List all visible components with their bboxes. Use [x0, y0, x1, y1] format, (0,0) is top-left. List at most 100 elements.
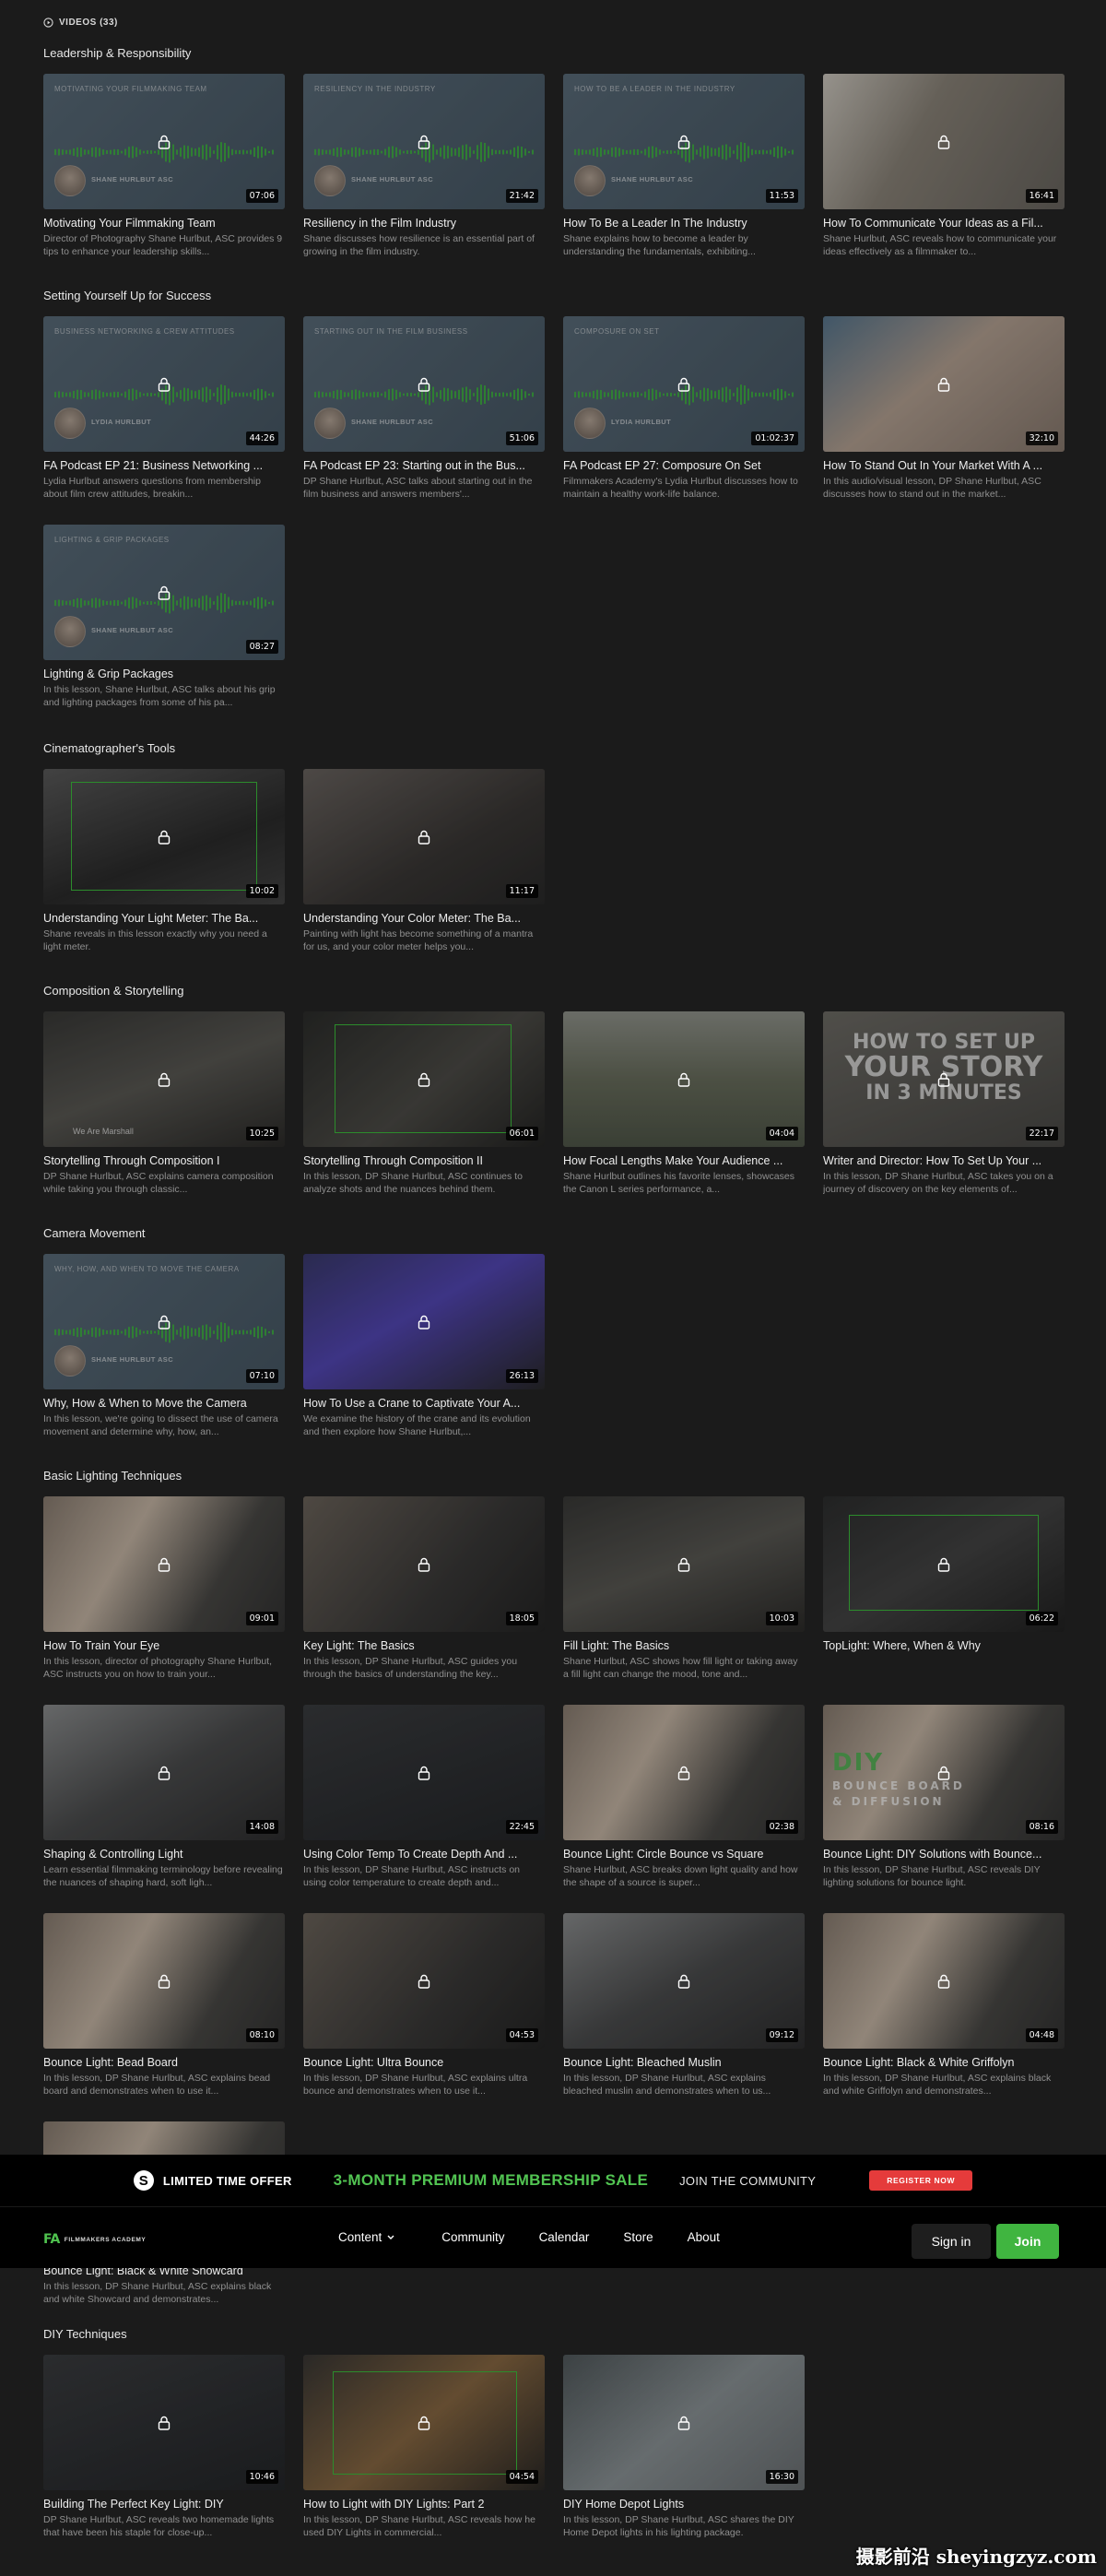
video-title[interactable]: Bounce Light: Ultra Bounce	[303, 2055, 545, 2070]
video-card[interactable]: 04:54 How to Light with DIY Lights: Part …	[303, 2355, 545, 2539]
video-thumbnail[interactable]: RESILIENCY IN THE INDUSTRY SHANE HURLBUT …	[303, 74, 545, 209]
video-card[interactable]: 32:10 How To Stand Out In Your Market Wit…	[823, 316, 1065, 501]
video-thumbnail[interactable]: 04:54	[303, 2355, 545, 2490]
video-thumbnail[interactable]: 04:04	[563, 1011, 805, 1147]
video-thumbnail[interactable]: 02:38	[563, 1705, 805, 1840]
video-thumbnail[interactable]: WHY, HOW, AND WHEN TO MOVE THE CAMERA SHA…	[43, 1254, 285, 1389]
video-thumbnail[interactable]: 09:12	[563, 1913, 805, 2049]
video-thumbnail[interactable]: BUSINESS NETWORKING & CREW ATTITUDES LYDI…	[43, 316, 285, 452]
video-card[interactable]: 06:01 Storytelling Through Composition II…	[303, 1011, 545, 1196]
video-title[interactable]: Storytelling Through Composition II	[303, 1153, 545, 1168]
video-title[interactable]: TopLight: Where, When & Why	[823, 1638, 1065, 1653]
video-thumbnail[interactable]: 08:10	[43, 1913, 285, 2049]
video-card[interactable]: 10:02 Understanding Your Light Meter: The…	[43, 769, 285, 953]
video-card[interactable]: 09:12 Bounce Light: Bleached Muslin In thi…	[563, 1913, 805, 2097]
video-title[interactable]: FA Podcast EP 23: Starting out in the Bu…	[303, 458, 545, 473]
video-card[interactable]: 10:46 Building The Perfect Key Light: DIY…	[43, 2355, 285, 2539]
video-thumbnail[interactable]: 22:45	[303, 1705, 545, 1840]
video-card[interactable]: 18:05 Key Light: The Basics In this lesson…	[303, 1496, 545, 1681]
video-title[interactable]: How To Communicate Your Ideas as a Fil..…	[823, 216, 1065, 230]
video-title[interactable]: How To Be a Leader In The Industry	[563, 216, 805, 230]
video-thumbnail[interactable]: DIY BOUNCE BOARD & DIFFUSION 08:16	[823, 1705, 1065, 1840]
nav-calendar[interactable]: Calendar	[539, 2230, 590, 2244]
video-card[interactable]: RESILIENCY IN THE INDUSTRY SHANE HURLBUT …	[303, 74, 545, 258]
video-thumbnail[interactable]: LIGHTING & GRIP PACKAGES SHANE HURLBUT AS…	[43, 525, 285, 660]
video-card[interactable]: LIGHTING & GRIP PACKAGES SHANE HURLBUT AS…	[43, 525, 285, 709]
video-card[interactable]: 06:22 TopLight: Where, When & Why	[823, 1496, 1065, 1681]
video-card[interactable]: 11:17 Understanding Your Color Meter: The…	[303, 769, 545, 953]
video-title[interactable]: FA Podcast EP 27: Composure On Set	[563, 458, 805, 473]
video-thumbnail[interactable]: 10:46	[43, 2355, 285, 2490]
video-card[interactable]: 04:48 Bounce Light: Black & White Griffol…	[823, 1913, 1065, 2097]
video-thumbnail[interactable]: HOW TO SET UP YOUR STORY IN 3 MINUTES 22:…	[823, 1011, 1065, 1147]
video-thumbnail[interactable]: STARTING OUT IN THE FILM BUSINESS SHANE H…	[303, 316, 545, 452]
nav-community[interactable]: Community	[441, 2230, 504, 2244]
video-thumbnail[interactable]: 09:01	[43, 1496, 285, 1632]
video-card[interactable]: We Are Marshall 10:25 Storytelling Through…	[43, 1011, 285, 1196]
video-card[interactable]: MOTIVATING YOUR FILMMAKING TEAM SHANE HUR…	[43, 74, 285, 258]
nav-about[interactable]: About	[688, 2230, 720, 2244]
video-card[interactable]: 26:13 How To Use a Crane to Captivate You…	[303, 1254, 545, 1438]
video-card[interactable]: 02:38 Bounce Light: Circle Bounce vs Squa…	[563, 1705, 805, 1889]
video-title[interactable]: Using Color Temp To Create Depth And ...	[303, 1847, 545, 1861]
video-thumbnail[interactable]: 18:05	[303, 1496, 545, 1632]
video-title[interactable]: Bounce Light: DIY Solutions with Bounce.…	[823, 1847, 1065, 1861]
nav-store[interactable]: Store	[623, 2230, 653, 2244]
video-title[interactable]: Understanding Your Light Meter: The Ba..…	[43, 911, 285, 926]
video-card[interactable]: 14:08 Shaping & Controlling Light Learn es…	[43, 1705, 285, 1889]
video-thumbnail[interactable]: 04:48	[823, 1913, 1065, 2049]
video-title[interactable]: Key Light: The Basics	[303, 1638, 545, 1653]
video-thumbnail[interactable]: 06:22	[823, 1496, 1065, 1632]
video-card[interactable]: BUSINESS NETWORKING & CREW ATTITUDES LYDI…	[43, 316, 285, 501]
video-thumbnail[interactable]: 10:03	[563, 1496, 805, 1632]
video-thumbnail[interactable]: 14:08	[43, 1705, 285, 1840]
video-title[interactable]: Bounce Light: Black & White Griffolyn	[823, 2055, 1065, 2070]
video-thumbnail[interactable]: 10:02	[43, 769, 285, 904]
video-thumbnail[interactable]: 06:01	[303, 1011, 545, 1147]
video-card[interactable]: 16:30 DIY Home Depot Lights In this lesson…	[563, 2355, 805, 2539]
video-title[interactable]: How To Stand Out In Your Market With A .…	[823, 458, 1065, 473]
video-title[interactable]: Writer and Director: How To Set Up Your …	[823, 1153, 1065, 1168]
video-title[interactable]: Building The Perfect Key Light: DIY	[43, 2497, 285, 2511]
video-title[interactable]: Bounce Light: Circle Bounce vs Square	[563, 1847, 805, 1861]
video-card[interactable]: 08:10 Bounce Light: Bead Board In this les…	[43, 1913, 285, 2097]
video-thumbnail[interactable]: 26:13	[303, 1254, 545, 1389]
video-title[interactable]: Shaping & Controlling Light	[43, 1847, 285, 1861]
video-thumbnail[interactable]: HOW TO BE A LEADER IN THE INDUSTRY SHANE …	[563, 74, 805, 209]
video-card[interactable]: COMPOSURE ON SET LYDIA HURLBUT 01:02:37 FA …	[563, 316, 805, 501]
video-thumbnail[interactable]: COMPOSURE ON SET LYDIA HURLBUT 01:02:37	[563, 316, 805, 452]
video-title[interactable]: Bounce Light: Bead Board	[43, 2055, 285, 2070]
video-card[interactable]: 04:53 Bounce Light: Ultra Bounce In this l…	[303, 1913, 545, 2097]
video-card[interactable]: DIY BOUNCE BOARD & DIFFUSION 08:16 Bounce L…	[823, 1705, 1065, 1889]
video-thumbnail[interactable]: 32:10	[823, 316, 1065, 452]
video-card[interactable]: WHY, HOW, AND WHEN TO MOVE THE CAMERA SHA…	[43, 1254, 285, 1438]
video-title[interactable]: How To Train Your Eye	[43, 1638, 285, 1653]
video-title[interactable]: Resiliency in the Film Industry	[303, 216, 545, 230]
video-thumbnail[interactable]: 16:41	[823, 74, 1065, 209]
video-title[interactable]: Understanding Your Color Meter: The Ba..…	[303, 911, 545, 926]
video-title[interactable]: Why, How & When to Move the Camera	[43, 1396, 285, 1411]
video-card[interactable]: 04:04 How Focal Lengths Make Your Audienc…	[563, 1011, 805, 1196]
video-card[interactable]: HOW TO SET UP YOUR STORY IN 3 MINUTES 22:…	[823, 1011, 1065, 1196]
video-title[interactable]: How To Use a Crane to Captivate Your A..…	[303, 1396, 545, 1411]
video-title[interactable]: FA Podcast EP 21: Business Networking ..…	[43, 458, 285, 473]
video-title[interactable]: Storytelling Through Composition I	[43, 1153, 285, 1168]
video-title[interactable]: Fill Light: The Basics	[563, 1638, 805, 1653]
video-card[interactable]: STARTING OUT IN THE FILM BUSINESS SHANE H…	[303, 316, 545, 501]
video-card[interactable]: HOW TO BE A LEADER IN THE INDUSTRY SHANE …	[563, 74, 805, 258]
video-card[interactable]: 16:41 How To Communicate Your Ideas as a …	[823, 74, 1065, 258]
video-thumbnail[interactable]: 11:17	[303, 769, 545, 904]
logo[interactable]: FA FILMMAKERS ACADEMY	[43, 2232, 146, 2247]
video-thumbnail[interactable]: 04:53	[303, 1913, 545, 2049]
video-title[interactable]: DIY Home Depot Lights	[563, 2497, 805, 2511]
join-button[interactable]: Join	[996, 2224, 1059, 2259]
video-thumbnail[interactable]: MOTIVATING YOUR FILMMAKING TEAM SHANE HUR…	[43, 74, 285, 209]
sale-label[interactable]: 3-MONTH PREMIUM MEMBERSHIP SALE	[334, 2171, 648, 2190]
video-title[interactable]: How to Light with DIY Lights: Part 2	[303, 2497, 545, 2511]
video-thumbnail[interactable]: 16:30	[563, 2355, 805, 2490]
video-title[interactable]: Lighting & Grip Packages	[43, 667, 285, 681]
register-now-button[interactable]: REGISTER NOW	[869, 2170, 973, 2191]
nav-content[interactable]: Content	[338, 2230, 394, 2244]
video-card[interactable]: 22:45 Using Color Temp To Create Depth An…	[303, 1705, 545, 1889]
video-card[interactable]: 10:03 Fill Light: The Basics Shane Hurlbut…	[563, 1496, 805, 1681]
